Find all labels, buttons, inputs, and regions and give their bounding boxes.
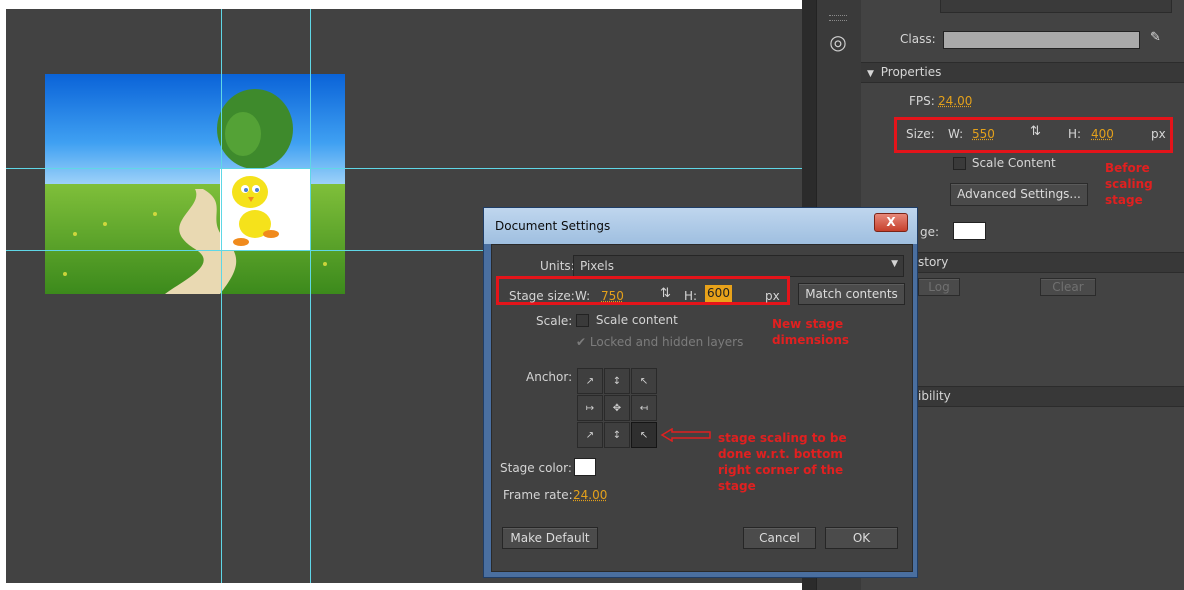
stage-color-swatch[interactable] [574,458,596,476]
match-contents-button[interactable]: Match contents [798,283,905,305]
stage-unit-label: px [765,289,780,303]
triangle-down-icon: ▼ [867,69,874,79]
fps-label: FPS: [909,94,935,108]
anchor-label: Anchor: [526,370,573,384]
close-button[interactable]: X [874,213,908,232]
annotation-new-dimensions: New stage dimensions [772,316,849,348]
stage-width-input[interactable]: 750 [601,289,624,303]
annotation-line: done w.r.t. bottom [718,447,843,461]
stage-height-label: H: [684,289,698,303]
scale-content-checkbox[interactable] [953,157,966,170]
annotation-line: scaling [1105,177,1153,191]
annotation-line: stage [718,479,756,493]
guide-vertical[interactable] [310,9,311,583]
guide-vertical[interactable] [221,9,222,583]
unit-label: px [1151,127,1166,141]
anchor-middle-left[interactable]: ↦ [577,395,603,421]
stage-color-swatch[interactable] [953,222,986,240]
link-icon[interactable]: ⇅ [660,286,671,301]
close-icon: X [886,215,896,229]
locked-hidden-option: ✔ Locked and hidden layers [576,335,743,349]
frame-rate-value[interactable]: 24.00 [573,488,607,502]
width-label: W: [948,127,964,141]
stage-artwork[interactable] [45,74,345,294]
height-value[interactable]: 400 [1091,127,1114,141]
anchor-top-right[interactable]: ↖ [631,368,657,394]
clear-button[interactable]: Clear [1040,278,1096,296]
panel-top-field [940,0,1172,13]
locked-hidden-label: Locked and hidden layers [589,335,744,349]
stage-width-label: W: [575,289,591,303]
annotation-line: Before [1105,161,1150,175]
properties-section-label: Properties [880,65,942,79]
advanced-settings-button[interactable]: Advanced Settings... [950,183,1088,206]
scale-content-option[interactable]: Scale Content [953,156,1056,170]
log-button[interactable]: Log [918,278,960,296]
anchor-bottom-right[interactable]: ↖ [631,422,657,448]
annotation-line: stage scaling to be [718,431,847,445]
chevron-down-icon: ▼ [891,259,898,269]
anchor-top-left[interactable]: ↗ [577,368,603,394]
guide-horizontal[interactable] [6,168,802,169]
anchor-grid: ↗ ↕ ↖ ↦ ✥ ↤ ↗ ↕ ↖ [575,366,659,450]
scale-content-label: Scale Content [971,156,1056,170]
link-icon[interactable]: ⇅ [1030,124,1041,139]
class-label: Class: [900,32,936,46]
annotation-anchor-note: stage scaling to be done w.r.t. bottom r… [718,430,847,494]
pencil-icon[interactable]: ✎ [1150,30,1161,45]
annotation-line: New stage [772,317,844,331]
make-default-button[interactable]: Make Default [502,527,598,549]
frame-rate-label: Frame rate: [503,488,573,502]
class-input[interactable] [943,31,1140,49]
cancel-button[interactable]: Cancel [743,527,816,549]
stage-size-label: Stage size: [509,289,575,303]
units-select[interactable]: Pixels ▼ [573,255,904,277]
properties-section-header[interactable]: ▼ Properties [861,62,1184,83]
width-value[interactable]: 550 [972,127,995,141]
anchor-top-center[interactable]: ↕ [604,368,630,394]
anchor-center[interactable]: ✥ [604,395,630,421]
scale-content-label: Scale content [595,313,678,327]
anchor-bottom-center[interactable]: ↕ [604,422,630,448]
scale-content-option[interactable]: Scale content [576,313,678,327]
height-label: H: [1068,127,1082,141]
creative-cloud-icon[interactable]: ◎ [826,30,850,54]
units-label: Units: [540,259,575,273]
scale-label: Scale: [536,314,573,328]
annotation-line: right corner of the [718,463,844,477]
anchor-bottom-left[interactable]: ↗ [577,422,603,448]
history-section-label: story [918,255,949,269]
accessibility-section-label: ibility [918,389,951,403]
anchor-middle-right[interactable]: ↤ [631,395,657,421]
stage-color-label-partial: ge: [920,225,940,239]
annotation-line: stage [1105,193,1143,207]
dialog-title: Document Settings [495,219,611,233]
annotation-line: dimensions [772,333,850,347]
stage-height-input[interactable]: 600 [705,285,732,302]
fps-value[interactable]: 24.00 [938,94,972,108]
checkmark-icon: ✔ [576,335,587,349]
arrow-left-icon [660,428,711,442]
grip-icon[interactable] [829,15,847,21]
units-value: Pixels [580,259,615,273]
annotation-before: Before scaling stage [1105,160,1153,208]
stage-color-label: Stage color: [500,461,572,475]
scale-content-checkbox[interactable] [576,314,589,327]
size-label: Size: [906,127,935,141]
ok-button[interactable]: OK [825,527,898,549]
